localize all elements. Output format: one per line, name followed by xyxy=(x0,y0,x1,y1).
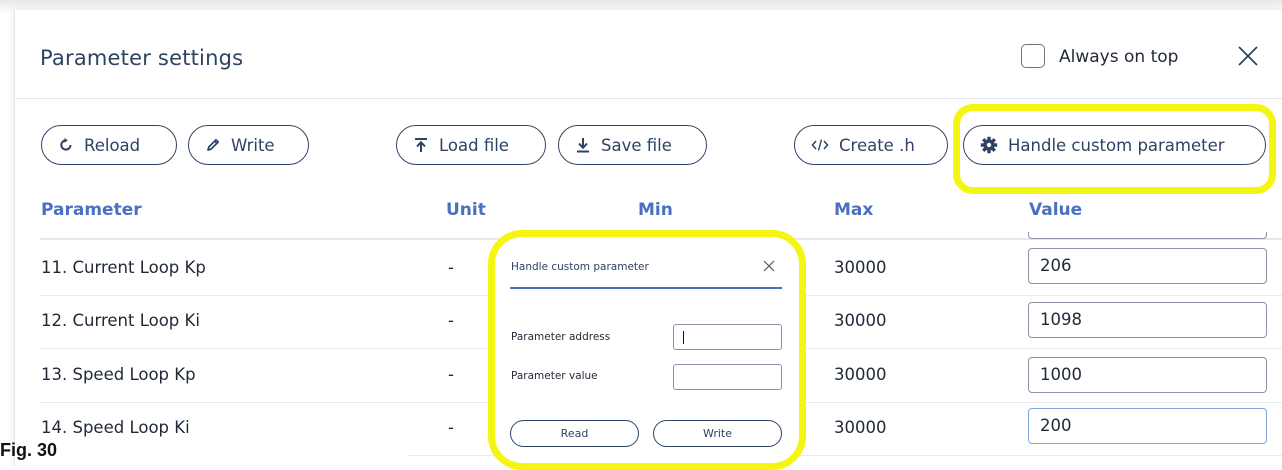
table-row-parameter: 12. Current Loop Ki xyxy=(41,311,200,330)
save-file-button[interactable]: Save file xyxy=(558,125,707,165)
value-input-focused[interactable]: 200 xyxy=(1028,408,1267,444)
table-row-parameter: 14. Speed Loop Ki xyxy=(41,418,190,437)
read-button[interactable]: Read xyxy=(510,420,639,447)
highlight-handle-custom-button xyxy=(953,104,1276,194)
parameter-value-label: Parameter value xyxy=(511,370,598,382)
reload-button[interactable]: Reload xyxy=(41,125,177,165)
parameter-address-input[interactable] xyxy=(673,324,782,350)
table-row-max: 30000 xyxy=(834,418,887,437)
code-icon xyxy=(811,139,829,151)
close-icon[interactable] xyxy=(1236,44,1260,68)
value-input[interactable]: 1000 xyxy=(1028,357,1267,393)
table-row-max: 30000 xyxy=(834,258,887,277)
write-button[interactable]: Write xyxy=(188,125,309,165)
col-header-max: Max xyxy=(834,200,874,220)
reload-label: Reload xyxy=(84,135,141,155)
table-row-parameter: 11. Current Loop Kp xyxy=(41,258,206,277)
table-row-max: 30000 xyxy=(834,311,887,330)
load-file-button[interactable]: Load file xyxy=(396,125,546,165)
pencil-icon xyxy=(207,138,220,151)
reload-icon xyxy=(60,138,72,151)
handle-custom-parameter-dialog: Handle custom parameter Parameter addres… xyxy=(488,230,806,470)
text-caret xyxy=(683,331,684,344)
window-title: Parameter settings xyxy=(40,46,244,70)
table-row-unit: - xyxy=(448,258,454,277)
create-h-button[interactable]: Create .h xyxy=(794,125,948,165)
load-file-label: Load file xyxy=(439,135,509,155)
download-icon xyxy=(577,138,589,153)
table-row-max: 30000 xyxy=(834,365,887,384)
col-header-parameter: Parameter xyxy=(41,200,142,220)
write-label: Write xyxy=(231,135,275,155)
value-input-partial[interactable] xyxy=(1028,232,1267,239)
figure-caption: Fig. 30 xyxy=(0,440,58,460)
always-on-top-checkbox[interactable] xyxy=(1021,44,1045,68)
table-row-unit: - xyxy=(448,365,454,384)
table-row-unit: - xyxy=(448,311,454,330)
dialog-title: Handle custom parameter xyxy=(511,261,649,273)
col-header-unit: Unit xyxy=(446,200,486,220)
create-h-label: Create .h xyxy=(839,135,915,155)
always-on-top-label: Always on top xyxy=(1059,47,1179,67)
table-row-parameter: 13. Speed Loop Kp xyxy=(41,365,196,384)
table-row-unit: - xyxy=(448,418,454,437)
dialog-title-underline xyxy=(510,287,782,289)
value-input[interactable]: 206 xyxy=(1028,248,1267,284)
parameter-address-label: Parameter address xyxy=(511,331,611,343)
save-file-label: Save file xyxy=(601,135,672,155)
header-divider xyxy=(15,98,1282,99)
dialog-write-button[interactable]: Write xyxy=(653,420,782,447)
col-header-value: Value xyxy=(1029,200,1083,220)
dialog-close-icon[interactable] xyxy=(762,259,776,273)
col-header-min: Min xyxy=(638,200,673,220)
parameter-value-input[interactable] xyxy=(673,364,782,390)
value-input[interactable]: 1098 xyxy=(1028,302,1267,338)
upload-icon xyxy=(415,138,427,152)
